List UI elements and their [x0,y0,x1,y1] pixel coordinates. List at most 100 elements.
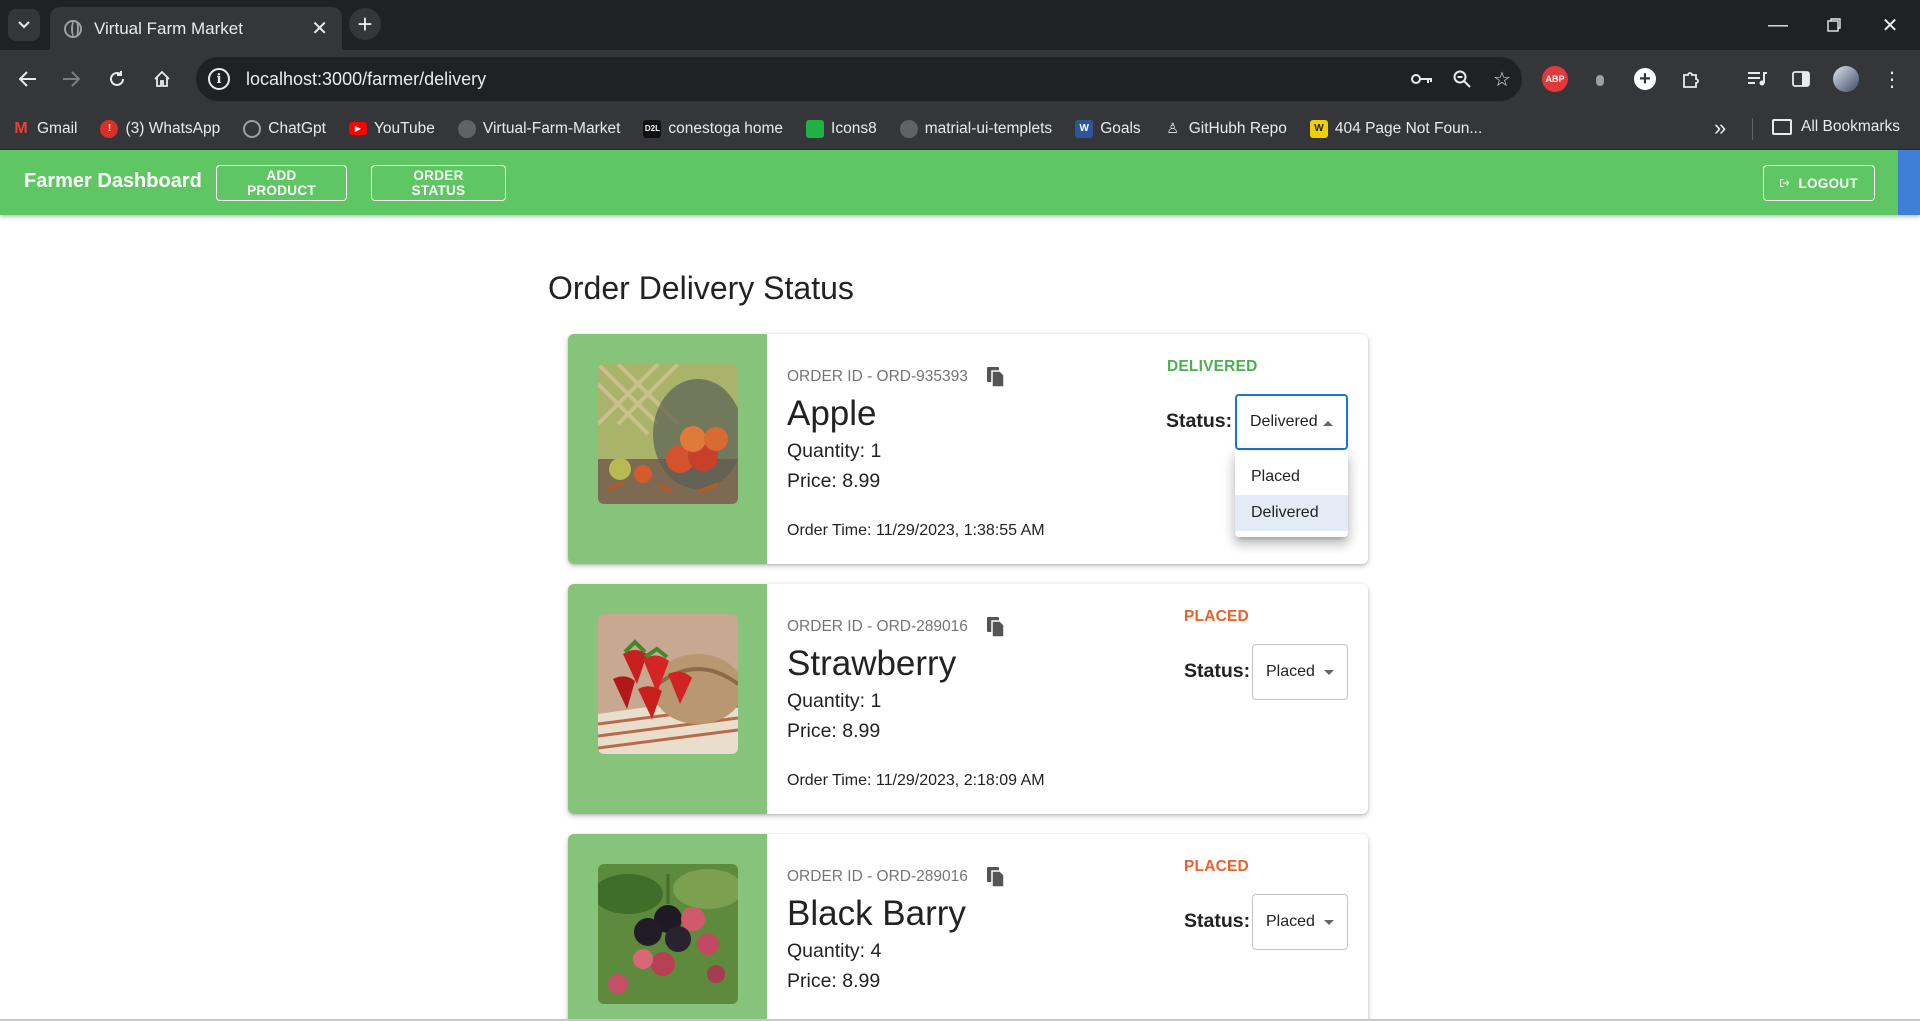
product-image-blackberry [598,864,738,1004]
bookmark-icons8[interactable]: Icons8 [806,119,877,138]
tab-search-button[interactable] [8,9,40,41]
bookmark-conestoga-home[interactable]: D2L conestoga home [643,119,784,138]
bookmark-material-ui-templets[interactable]: matrial-ui-templets [899,119,1053,138]
bookmark-youtube[interactable]: ▶ YouTube [348,119,435,138]
more-menu-icon[interactable]: ⋮ [1879,66,1905,92]
gmail-icon: M [14,119,28,137]
copy-icon[interactable] [986,866,1006,888]
minimize-button[interactable]: — [1750,0,1806,50]
bookmark-whatsapp[interactable]: ! (3) WhatsApp [100,119,220,138]
whatsapp-icon: ! [100,119,119,138]
puzzle-extensions-icon[interactable] [1678,66,1704,92]
product-quantity: Quantity: 1 [787,690,882,712]
site-info-icon[interactable]: i [208,68,230,90]
key-icon[interactable] [1402,59,1442,99]
order-time: Order Time: 11/29/2023, 2:18:09 AM [787,772,1045,789]
bookmark-goals[interactable]: W Goals [1075,119,1141,138]
media-control-icon[interactable] [1744,66,1770,92]
bookmark-label: matrial-ui-templets [924,119,1053,137]
product-media-panel [568,334,767,564]
status-label: Status: [1166,410,1233,432]
order-id: ORDER ID - ORD-935393 [787,366,1006,388]
logout-button[interactable]: LOGOUT [1763,165,1875,201]
order-time: Order Time: 11/29/2023, 1:38:55 AM [787,522,1045,539]
youtube-icon: ▶ [348,122,367,135]
status-select[interactable]: Placed [1252,644,1348,700]
reload-button[interactable] [100,62,134,96]
new-tab-button[interactable]: + [349,8,381,40]
bookmarks-bar: M Gmail ! (3) WhatsApp ChatGpt ▶ YouTube… [0,108,1920,150]
bookmark-virtual-farm-market[interactable]: Virtual-Farm-Market [457,119,621,138]
github-icon [457,119,476,138]
status-select-value: Placed [1266,913,1315,930]
address-bar[interactable]: i localhost:3000/farmer/delivery ☆ [196,57,1522,101]
forward-button[interactable] [54,62,88,96]
side-panel-icon[interactable] [1788,66,1814,92]
order-id-text: ORDER ID - ORD-289016 [787,868,968,885]
status-badge: PLACED [1184,858,1249,875]
extension-icon[interactable] [1587,66,1613,92]
dropdown-option-delivered[interactable]: Delivered [1235,495,1348,531]
adblock-extension-icon[interactable]: ABP [1542,66,1568,92]
order-card: ORDER ID - ORD-289016 Black Barry Quanti… [568,834,1368,1021]
status-dropdown-menu: Placed Delivered [1235,451,1348,537]
bookmark-gmail[interactable]: M Gmail [12,120,77,138]
url-text[interactable]: localhost:3000/farmer/delivery [246,69,1402,90]
product-price: Price: 8.99 [787,470,881,492]
status-label: Status: [1184,910,1251,932]
logout-icon [1780,178,1790,188]
product-media-panel [568,584,767,814]
tab-title: Virtual Farm Market [94,18,243,38]
order-status-button[interactable]: ORDER STATUS [371,165,506,201]
product-name: Apple [787,394,877,433]
close-tab-icon[interactable]: ✕ [311,19,328,39]
browser-tab-strip: Virtual Farm Market ✕ + — ✕ [0,0,1920,50]
star-bookmark-icon[interactable]: ☆ [1482,59,1522,99]
order-id-text: ORDER ID - ORD-289016 [787,618,968,635]
bookmark-label: conestoga home [668,119,784,137]
product-image-apple [598,364,738,504]
more-bookmarks-icon[interactable]: » [1714,115,1726,141]
bookmark-404-page[interactable]: W 404 Page Not Foun... [1309,119,1482,138]
bookmark-chatgpt[interactable]: ChatGpt [243,119,326,138]
restore-button[interactable] [1806,0,1862,50]
add-product-button[interactable]: ADD PRODUCT [216,165,347,201]
bookmark-label: Gmail [37,119,78,137]
product-image-strawberry [598,614,738,754]
copy-icon[interactable] [986,366,1006,388]
caret-down-icon [1324,920,1334,925]
product-quantity: Quantity: 4 [787,940,882,962]
scrollbar-accent [1898,150,1920,215]
back-button[interactable] [11,62,45,96]
zoom-icon[interactable] [1442,59,1482,99]
add-extension-icon[interactable]: + [1634,68,1656,90]
status-select[interactable]: Placed [1252,894,1348,950]
bookmark-label: ChatGpt [268,119,326,137]
arrow-left-icon [19,71,36,87]
all-bookmarks-button[interactable]: All Bookmarks [1772,118,1900,136]
caret-up-icon [1323,421,1333,426]
order-id-text: ORDER ID - ORD-935393 [787,368,968,385]
profile-avatar-icon[interactable] [1833,66,1859,92]
bookmark-github-repo[interactable]: ♙ GitHubh Repo [1164,120,1287,138]
status-select-value: Delivered [1250,413,1318,430]
dropdown-option-placed[interactable]: Placed [1235,459,1348,495]
page-title: Order Delivery Status [548,270,854,306]
bookmark-label: GitHubh Repo [1188,119,1287,137]
close-window-button[interactable]: ✕ [1862,0,1918,50]
bookmark-label: Virtual-Farm-Market [482,119,621,137]
bookmark-label: YouTube [373,119,435,137]
status-label: Status: [1184,660,1251,682]
home-button[interactable] [145,62,179,96]
d2l-icon: D2L [643,119,662,138]
bookmarks-divider [1752,118,1753,140]
chatgpt-icon [243,119,262,138]
product-name: Black Barry [787,894,966,933]
w-icon: W [1309,119,1328,138]
browser-toolbar: i localhost:3000/farmer/delivery ☆ ABP +… [0,50,1920,108]
browser-tab-active[interactable]: Virtual Farm Market ✕ [50,7,342,50]
bookmark-label: Goals [1100,119,1141,137]
product-name: Strawberry [787,644,957,683]
copy-icon[interactable] [986,616,1006,638]
status-select[interactable]: Delivered [1235,394,1348,450]
